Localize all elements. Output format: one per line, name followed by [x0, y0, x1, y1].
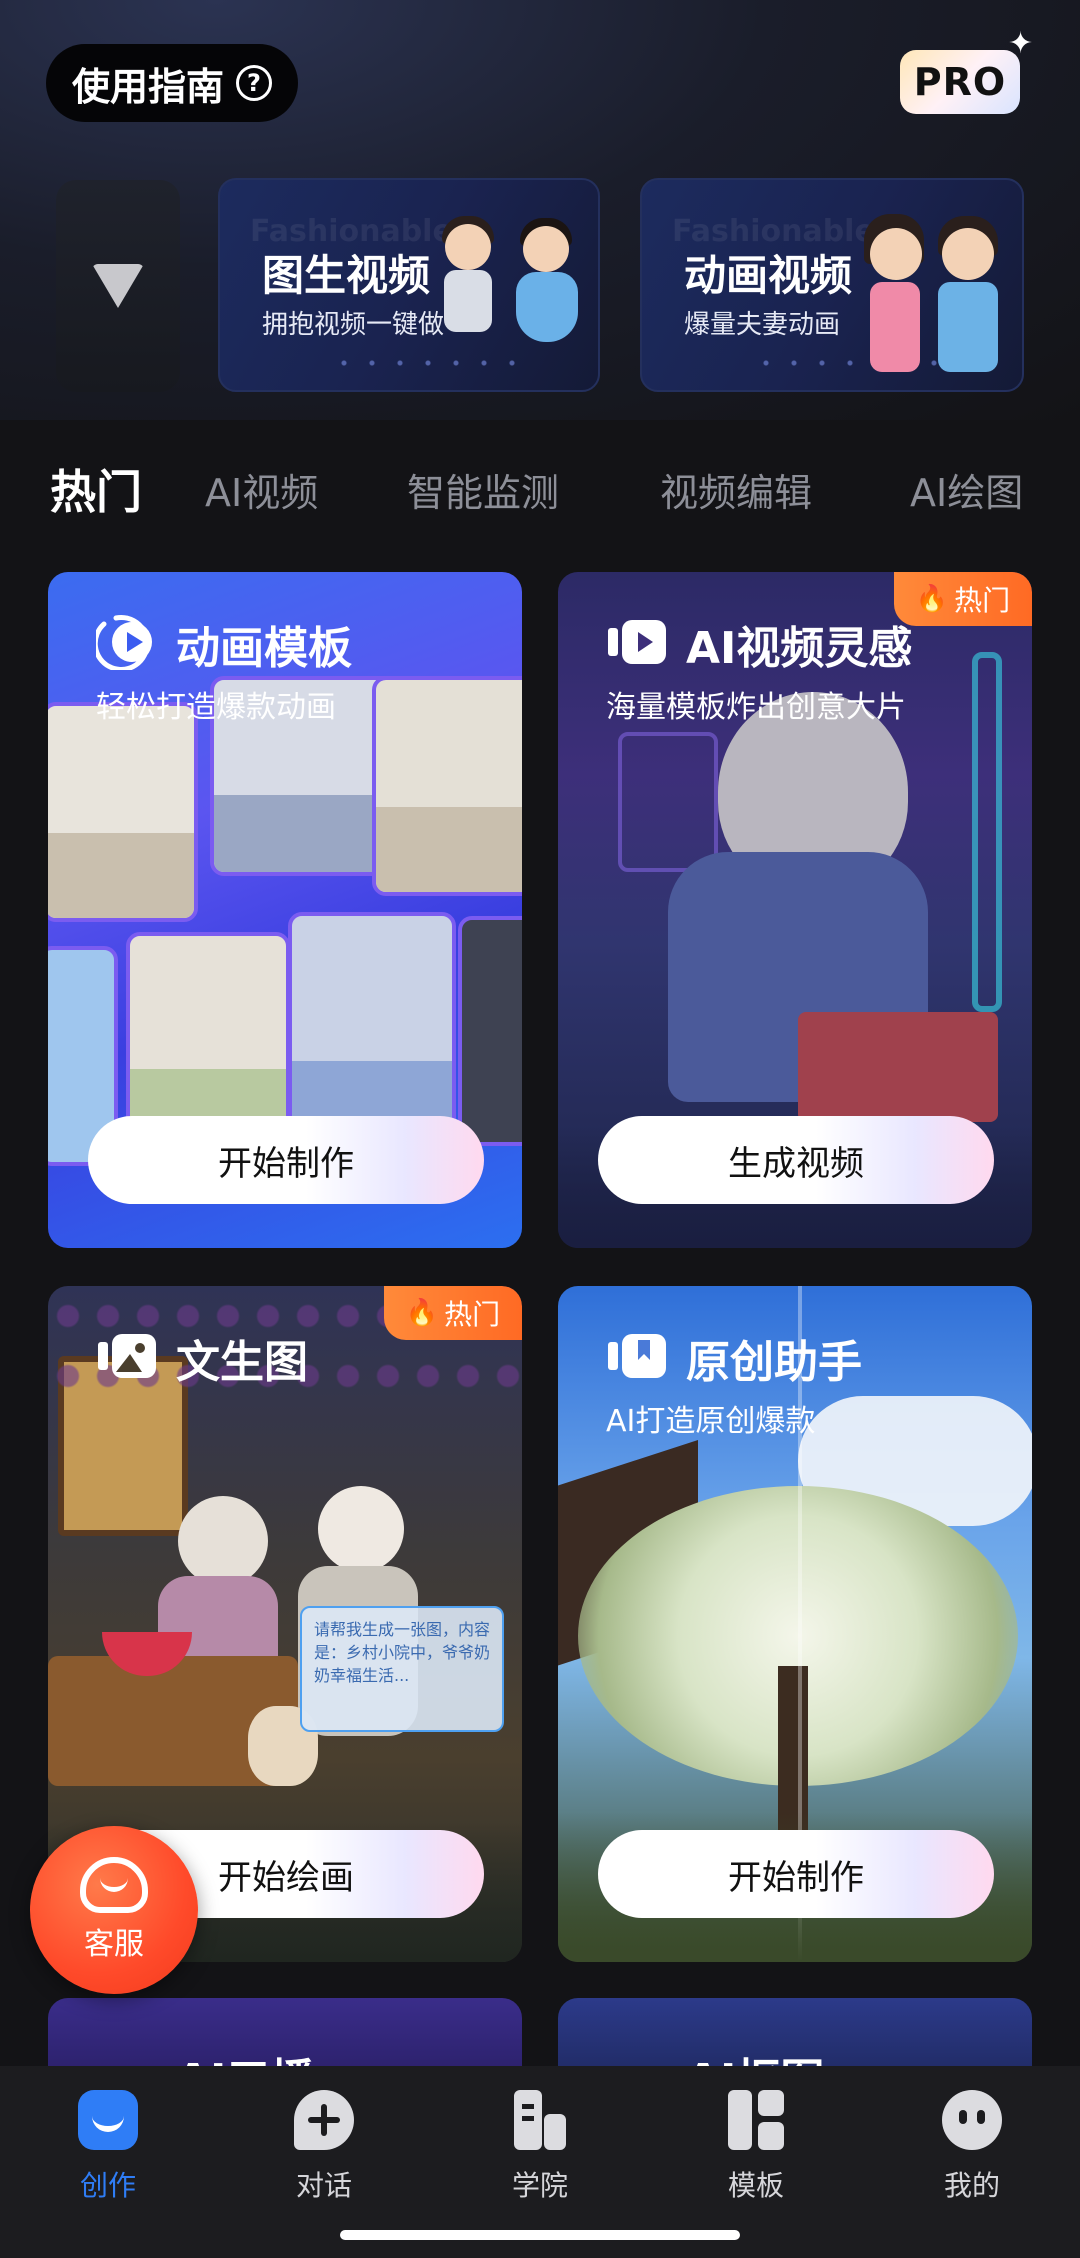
assistant-book-icon [608, 1334, 666, 1378]
flame-icon: 🔥 [915, 584, 949, 614]
banner-decoration [752, 358, 952, 368]
academy-icon [510, 2090, 570, 2150]
create-icon [78, 2090, 138, 2150]
play-circle-icon [96, 614, 152, 670]
card-title: 文生图 [176, 1337, 308, 1388]
service-label: 客服 [84, 1927, 144, 1962]
generate-video-button[interactable]: 生成视频 [598, 1116, 994, 1204]
tab-ai-video[interactable]: AI视频 [205, 462, 318, 517]
profile-face-icon [942, 2090, 1002, 2150]
video-clip-icon [608, 620, 666, 664]
tab-video-edit[interactable]: 视频编辑 [660, 462, 812, 517]
pro-badge[interactable]: PRO [900, 50, 1020, 114]
hot-badge: 🔥 热门 [384, 1286, 522, 1340]
image-icon [98, 1334, 156, 1378]
card-title: 动画模板 [176, 623, 352, 674]
nav-academy[interactable]: 学院 [470, 2090, 610, 2204]
prompt-text: 请帮我生成一张图，内容是：乡村小院中，爷爷奶奶幸福生活... [314, 1620, 491, 1686]
prompt-bubble: 请帮我生成一张图，内容是：乡村小院中，爷爷奶奶幸福生活... [300, 1606, 504, 1732]
chat-plus-icon [294, 2090, 354, 2150]
sparkle-icon: ✦ [1008, 26, 1034, 61]
guide-button[interactable]: 使用指南 ? [46, 44, 299, 122]
nav-profile[interactable]: 我的 [902, 2090, 1042, 2204]
card-subtitle: 海量模板炸出创意大片 [606, 690, 906, 725]
banner-subtitle: 拥抱视频一键做 [262, 310, 445, 340]
card-subtitle: 轻松打造爆款动画 [96, 690, 336, 725]
tab-ai-drawing[interactable]: AI绘图 [910, 462, 1023, 517]
triangle-down-icon [92, 264, 144, 308]
banner-subtitle: 爆量夫妻动画 [684, 310, 841, 340]
start-create-button[interactable]: 开始制作 [88, 1116, 484, 1204]
tab-smart-monitor[interactable]: 智能监测 [407, 462, 559, 517]
card-original-assistant[interactable]: 原创助手 AI打造原创爆款 开始制作 [558, 1286, 1032, 1962]
headset-icon [80, 1857, 148, 1913]
template-grid-icon [726, 2090, 786, 2150]
start-create-button[interactable]: 开始制作 [598, 1830, 994, 1918]
card-title: AI视频灵感 [686, 623, 913, 674]
banner-animation-video[interactable]: Fashionable 动画视频 爆量夫妻动画 [640, 178, 1024, 392]
card-animation-template[interactable]: 动画模板 轻松打造爆款动画 开始制作 [48, 572, 522, 1248]
question-circle-icon: ? [236, 65, 273, 101]
card-subtitle: AI打造原创爆款 [606, 1404, 816, 1439]
nav-chat[interactable]: 对话 [254, 2090, 394, 2204]
banner-title: 图生视频 [262, 251, 431, 300]
nav-templates[interactable]: 模板 [686, 2090, 826, 2204]
flame-icon: 🔥 [405, 1298, 439, 1328]
banner-decoration [330, 358, 530, 368]
banner-title: 动画视频 [684, 251, 853, 300]
tab-hot[interactable]: 热门 [50, 456, 142, 522]
category-tabs: 热门 AI视频 智能监测 视频编辑 AI绘图 [0, 462, 1080, 526]
pro-label: PRO [913, 60, 1007, 104]
card-title: 原创助手 [686, 1337, 862, 1388]
guide-label: 使用指南 [72, 64, 225, 109]
home-indicator [340, 2230, 740, 2240]
hot-badge: 🔥 热门 [894, 572, 1032, 626]
banner-image-to-video[interactable]: Fashionable 图生视频 拥抱视频一键做 [218, 178, 600, 392]
collapse-toggle[interactable] [56, 180, 180, 392]
nav-create[interactable]: 创作 [38, 2090, 178, 2204]
card-ai-video-inspiration[interactable]: 🔥 热门 AI视频灵感 海量模板炸出创意大片 生成视频 [558, 572, 1032, 1248]
customer-service-button[interactable]: 客服 [30, 1826, 198, 1994]
